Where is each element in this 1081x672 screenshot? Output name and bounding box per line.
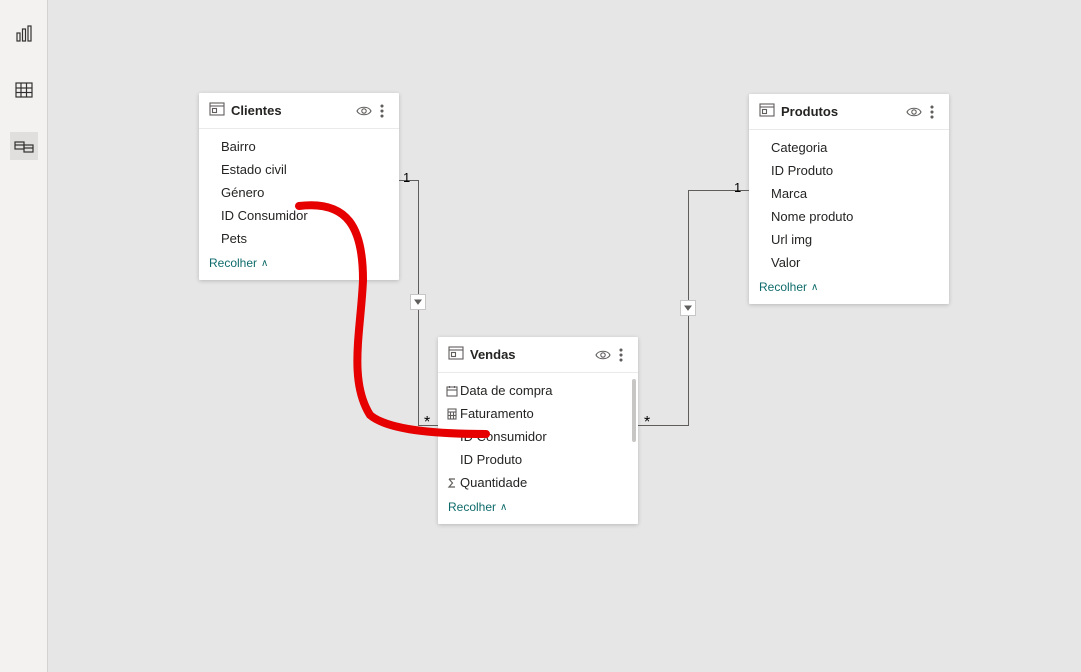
field-id-consumidor[interactable]: ID Consumidor [438, 425, 638, 448]
more-options-icon[interactable] [373, 102, 391, 120]
scrollbar[interactable] [632, 379, 636, 494]
field-id-produto[interactable]: ID Produto [749, 159, 949, 182]
chevron-up-icon: ∧ [500, 502, 507, 513]
cardinality-one: 1 [403, 170, 410, 185]
field-url-img[interactable]: Url img [749, 228, 949, 251]
collapse-link[interactable]: Recolher∧ [749, 274, 949, 304]
visibility-toggle-icon[interactable] [355, 102, 373, 120]
table-header[interactable]: Clientes [199, 93, 399, 129]
calendar-icon [444, 385, 460, 397]
visibility-toggle-icon[interactable] [905, 103, 923, 121]
field-data-de-compra[interactable]: Data de compra [438, 379, 638, 402]
field-estado-civil[interactable]: Estado civil [199, 158, 399, 181]
cardinality-many: * [644, 414, 650, 432]
table-icon [759, 102, 775, 121]
nav-data-view[interactable] [10, 76, 38, 104]
filter-direction-icon[interactable] [410, 294, 426, 310]
visibility-toggle-icon[interactable] [594, 346, 612, 364]
left-nav-bar [0, 0, 48, 672]
cardinality-one: 1 [734, 180, 741, 195]
field-genero[interactable]: Género [199, 181, 399, 204]
table-produtos[interactable]: Produtos Categoria ID Produto Marca Nome… [749, 94, 949, 304]
field-valor[interactable]: Valor [749, 251, 949, 274]
more-options-icon[interactable] [612, 346, 630, 364]
cardinality-many: * [424, 414, 430, 432]
model-canvas[interactable]: Clientes Bairro Estado civil Género ID C… [48, 0, 1081, 672]
collapse-link[interactable]: Recolher∧ [438, 494, 638, 524]
table-header[interactable]: Produtos [749, 94, 949, 130]
nav-model-view[interactable] [10, 132, 38, 160]
field-categoria[interactable]: Categoria [749, 136, 949, 159]
field-bairro[interactable]: Bairro [199, 135, 399, 158]
nav-report-view[interactable] [10, 20, 38, 48]
table-icon [209, 101, 225, 120]
field-faturamento[interactable]: Faturamento [438, 402, 638, 425]
field-quantidade[interactable]: Quantidade [438, 471, 638, 494]
field-marca[interactable]: Marca [749, 182, 949, 205]
table-vendas[interactable]: Vendas Data de compra Faturamento ID Con… [438, 337, 638, 524]
field-id-produto[interactable]: ID Produto [438, 448, 638, 471]
field-pets[interactable]: Pets [199, 227, 399, 250]
chevron-up-icon: ∧ [261, 258, 268, 269]
table-icon [448, 345, 464, 364]
field-id-consumidor[interactable]: ID Consumidor [199, 204, 399, 227]
table-field-list: Data de compra Faturamento ID Consumidor… [438, 373, 638, 524]
table-header[interactable]: Vendas [438, 337, 638, 373]
table-title: Vendas [470, 347, 594, 362]
table-field-list: Categoria ID Produto Marca Nome produto … [749, 130, 949, 304]
more-options-icon[interactable] [923, 103, 941, 121]
table-clientes[interactable]: Clientes Bairro Estado civil Género ID C… [199, 93, 399, 280]
chevron-up-icon: ∧ [811, 282, 818, 293]
sigma-icon [444, 477, 460, 489]
table-field-list: Bairro Estado civil Género ID Consumidor… [199, 129, 399, 280]
calculator-icon [444, 408, 460, 420]
field-nome-produto[interactable]: Nome produto [749, 205, 949, 228]
table-title: Clientes [231, 103, 355, 118]
filter-direction-icon[interactable] [680, 300, 696, 316]
collapse-link[interactable]: Recolher∧ [199, 250, 399, 280]
table-title: Produtos [781, 104, 905, 119]
